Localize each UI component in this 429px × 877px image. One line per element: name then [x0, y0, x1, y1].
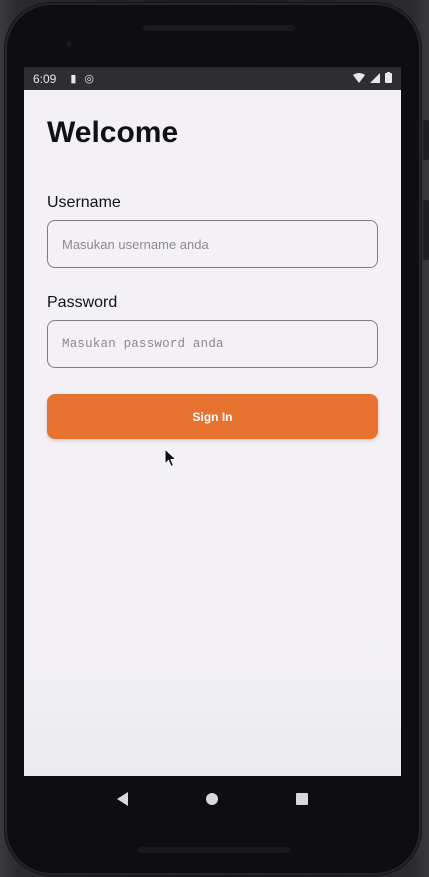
sign-in-label: Sign In — [192, 409, 233, 424]
password-label: Password — [47, 294, 118, 311]
data-saver-icon: ◎ — [84, 73, 95, 85]
status-time: 6:09 — [33, 71, 57, 86]
recents-icon[interactable] — [296, 792, 308, 805]
password-placeholder: Masukan password anda — [62, 337, 224, 351]
password-field[interactable]: Masukan password anda — [47, 320, 378, 368]
status-bar: 6:09 ▮ ◎ — [24, 67, 401, 90]
username-field[interactable]: Masukan username anda — [47, 220, 378, 268]
page-title: Welcome — [47, 116, 179, 149]
volume-button[interactable] — [423, 200, 429, 260]
emulator-stage: 6:09 ▮ ◎ Welcome Username Masukan userna… — [0, 0, 429, 877]
power-button[interactable] — [423, 120, 429, 160]
sim-card-icon: ▮ — [70, 73, 77, 85]
username-placeholder: Masukan username anda — [62, 236, 209, 252]
front-camera-icon — [65, 40, 73, 48]
home-icon[interactable] — [206, 792, 218, 805]
signal-icon — [370, 72, 380, 86]
back-icon[interactable] — [117, 791, 128, 806]
top-speaker — [143, 25, 295, 31]
sign-in-button[interactable]: Sign In — [47, 394, 378, 439]
bottom-speaker — [138, 847, 290, 853]
login-form: Welcome Username Masukan username anda P… — [24, 90, 401, 439]
wifi-icon — [353, 72, 365, 86]
battery-icon — [385, 71, 392, 86]
android-nav-bar — [24, 776, 401, 821]
app-screen: 6:09 ▮ ◎ Welcome Username Masukan userna… — [24, 67, 401, 776]
mouse-cursor-icon — [164, 447, 178, 468]
username-label: Username — [47, 194, 121, 211]
